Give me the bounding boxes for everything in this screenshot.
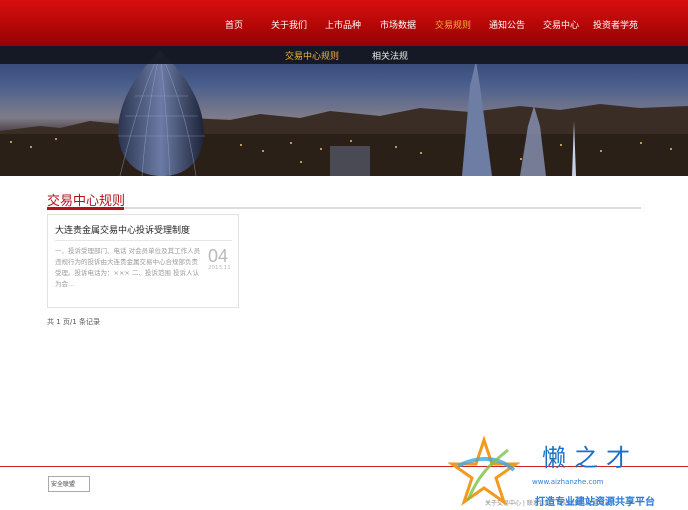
pagination-summary: 共 1 页/1 条记录 xyxy=(47,318,100,326)
security-alliance-badge-label: 安全联盟 xyxy=(51,481,76,488)
title-divider-accent xyxy=(47,207,124,210)
nav-item-investor-academy[interactable]: 投资者学苑 xyxy=(593,18,638,31)
article-excerpt: 一、投诉受理部门、电话 对会员单位及其工作人员违规行为的投诉由大连贵金属交易中心… xyxy=(55,247,201,288)
article-divider xyxy=(55,240,232,241)
article-title-link[interactable]: 大连贵金属交易中心投诉受理制度 xyxy=(55,223,190,236)
article-date-day: 04 xyxy=(208,246,229,266)
nav-item-market-data[interactable]: 市场数据 xyxy=(380,18,416,31)
article-card[interactable]: 大连贵金属交易中心投诉受理制度 一、投诉受理部门、电话 对会员单位及其工作人员违… xyxy=(47,214,239,308)
city-banner xyxy=(0,46,688,176)
watermark-slogan: 打造专业建站资源共享平台 xyxy=(535,497,655,508)
watermark-brand: 懒之才 xyxy=(542,444,638,472)
subnav-item-regulations[interactable]: 相关法规 xyxy=(372,49,408,62)
nav-item-trading-center[interactable]: 交易中心 xyxy=(543,18,579,31)
nav-item-listed-products[interactable]: 上市品种 xyxy=(325,18,361,31)
nav-item-home[interactable]: 首页 xyxy=(225,18,243,31)
watermark-url: www.aizhanzhe.com xyxy=(532,478,604,486)
article-date-year-month: 2013.11 xyxy=(208,265,231,271)
security-alliance-badge[interactable]: 安全联盟 xyxy=(48,476,90,492)
city-skyline-image xyxy=(0,50,688,176)
title-divider xyxy=(47,207,641,209)
watermark-star-logo-icon xyxy=(448,436,520,506)
nav-item-about[interactable]: 关于我们 xyxy=(271,18,307,31)
nav-item-trading-rules[interactable]: 交易规则 xyxy=(435,18,471,31)
subnav-item-center-rules[interactable]: 交易中心规则 xyxy=(285,49,339,62)
nav-item-notices[interactable]: 通知公告 xyxy=(489,18,525,31)
sub-nav-bar xyxy=(0,46,688,64)
